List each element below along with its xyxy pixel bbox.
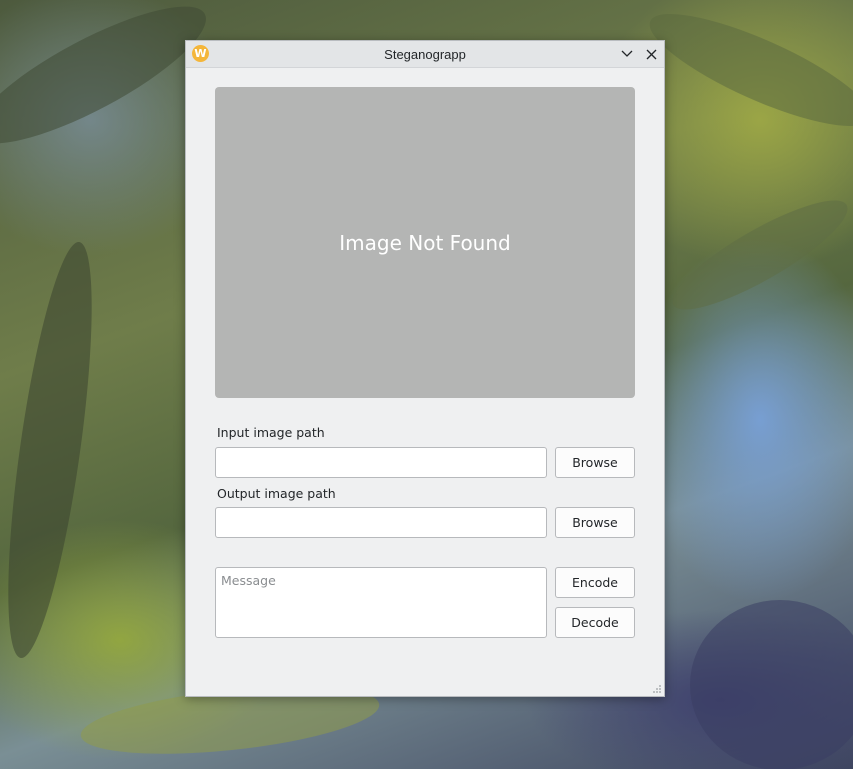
image-preview: Image Not Found (215, 87, 635, 398)
close-icon (646, 49, 656, 59)
encode-button[interactable]: Encode (555, 567, 635, 598)
close-button[interactable] (641, 44, 661, 64)
output-path-label: Output image path (217, 486, 336, 501)
app-logo-icon: W (192, 45, 209, 62)
input-path-label: Input image path (217, 425, 325, 440)
wallpaper-stroke (660, 183, 853, 327)
chevron-down-icon (621, 50, 633, 57)
resize-grip-icon[interactable] (652, 684, 662, 694)
window-title: Steganograpp (384, 46, 466, 62)
title-bar[interactable]: W Steganograpp (186, 41, 664, 68)
input-path-field[interactable] (215, 447, 547, 478)
image-placeholder-text: Image Not Found (339, 230, 511, 255)
wallpaper-stroke (0, 237, 109, 663)
wallpaper-stroke (638, 0, 853, 147)
output-path-field[interactable] (215, 507, 547, 538)
desktop-wallpaper: W Steganograpp Image Not Found Input ima… (0, 0, 853, 769)
app-window: W Steganograpp Image Not Found Input ima… (185, 40, 665, 697)
decode-button[interactable]: Decode (555, 607, 635, 638)
wallpaper-stroke (690, 600, 853, 769)
minimize-button[interactable] (617, 44, 637, 64)
output-browse-button[interactable]: Browse (555, 507, 635, 538)
input-browse-button[interactable]: Browse (555, 447, 635, 478)
message-textarea[interactable] (215, 567, 547, 638)
